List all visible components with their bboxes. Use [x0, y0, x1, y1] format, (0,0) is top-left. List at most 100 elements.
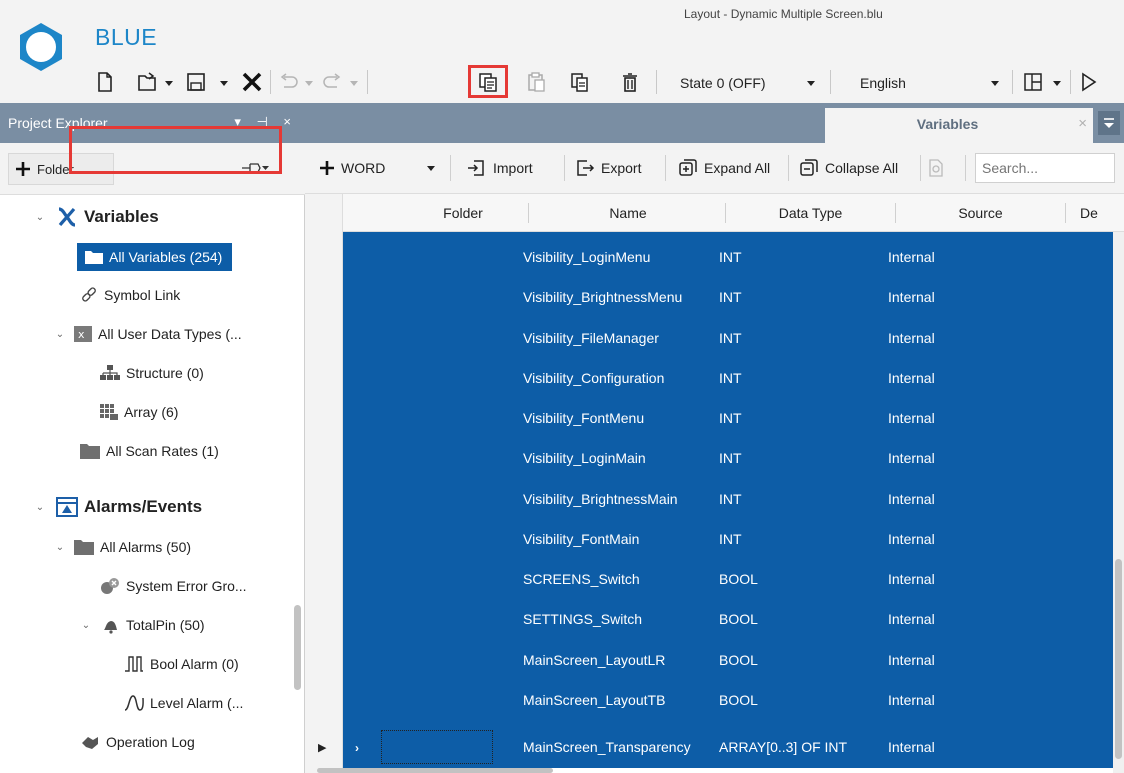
table-row[interactable]: Visibility_LoginMenu INT Internal: [343, 237, 1113, 277]
grid-horizontal-scrollbar[interactable]: [317, 768, 553, 773]
save-icon[interactable]: [184, 66, 208, 98]
find-icon[interactable]: [925, 151, 947, 185]
duplicate-icon[interactable]: [567, 66, 593, 98]
table-row[interactable]: MainScreen_LayoutTB BOOL Internal: [343, 680, 1113, 720]
expand-all-button[interactable]: Expand All: [672, 151, 776, 185]
expand-all-icon: [679, 159, 697, 176]
tree-node-variables[interactable]: ⌄ Variables: [34, 200, 159, 234]
state-select[interactable]: State 0 (OFF): [680, 68, 790, 98]
new-file-icon[interactable]: [94, 66, 116, 98]
tree-node-all-user-data-types[interactable]: ⌄ x All User Data Types (...: [54, 317, 242, 351]
toolbar-separator: [965, 155, 966, 181]
table-row[interactable]: Visibility_FontMain INT Internal: [343, 519, 1113, 559]
chevron-down-icon[interactable]: ⌄: [34, 211, 46, 223]
tree-node-all-scan-rates[interactable]: All Scan Rates (1): [80, 434, 219, 468]
table-row[interactable]: SETTINGS_Switch BOOL Internal: [343, 599, 1113, 639]
cell-source: Internal: [888, 571, 935, 587]
chevron-down-icon[interactable]: ⌄: [34, 501, 46, 513]
add-word-label: WORD: [341, 160, 386, 176]
table-row[interactable]: Visibility_LoginMain INT Internal: [343, 438, 1113, 478]
cell-source: Internal: [888, 652, 935, 668]
column-divider: [528, 203, 529, 223]
tab-menu-icon[interactable]: [1098, 111, 1120, 135]
structure-icon: [100, 365, 120, 380]
tab-variables[interactable]: Variables ×: [825, 108, 1093, 143]
language-dropdown-icon[interactable]: [990, 75, 1000, 87]
state-dropdown-icon[interactable]: [806, 75, 816, 87]
state-select-value: State 0 (OFF): [680, 75, 766, 91]
layout-icon[interactable]: [1020, 66, 1046, 98]
cell-data-type: INT: [719, 249, 742, 265]
chevron-down-icon[interactable]: ⌄: [80, 619, 92, 631]
column-header-data-type[interactable]: Data Type: [728, 194, 893, 232]
redo-icon[interactable]: [321, 66, 345, 98]
chevron-down-icon: [427, 166, 435, 171]
layout-dropdown-icon[interactable]: [1052, 75, 1062, 87]
tree-label-level-alarm: Level Alarm (...: [150, 695, 244, 711]
paste-icon[interactable]: [523, 66, 549, 98]
tree-node-operation-log[interactable]: Operation Log: [80, 725, 195, 759]
table-row[interactable]: SCREENS_Switch BOOL Internal: [343, 559, 1113, 599]
tree-node-symbol-link[interactable]: Symbol Link: [80, 278, 180, 312]
save-dropdown-icon[interactable]: [219, 75, 229, 87]
collapse-all-button[interactable]: Collapse All: [793, 151, 904, 185]
table-row[interactable]: Visibility_FileManager INT Internal: [343, 318, 1113, 358]
tree-node-bool-alarm[interactable]: Bool Alarm (0): [124, 647, 239, 681]
tree-node-totalpin[interactable]: ⌄ TotalPin (50): [80, 608, 205, 642]
cell-name: Visibility_LoginMenu: [523, 249, 651, 265]
word-type-dropdown[interactable]: [423, 151, 439, 185]
table-row[interactable]: Visibility_BrightnessMenu INT Internal: [343, 277, 1113, 317]
undo-dropdown-icon[interactable]: [304, 75, 314, 87]
open-icon[interactable]: [135, 66, 161, 98]
row-expand-chevron-icon[interactable]: ›: [355, 741, 359, 755]
language-select[interactable]: English: [860, 68, 970, 98]
chevron-down-icon[interactable]: ⌄: [54, 328, 66, 340]
tree-node-array[interactable]: Array (6): [100, 395, 178, 429]
delete-icon[interactable]: [239, 66, 265, 98]
column-header-folder[interactable]: Folder: [403, 194, 523, 232]
chevron-down-icon[interactable]: ⌄: [54, 541, 66, 553]
table-row[interactable]: Visibility_Configuration INT Internal: [343, 358, 1113, 398]
add-word-button[interactable]: WORD: [313, 151, 391, 185]
table-row[interactable]: Visibility_FontMenu INT Internal: [343, 398, 1113, 438]
plus-icon: [320, 161, 334, 175]
tree-label-all-user-data-types: All User Data Types (...: [98, 326, 242, 342]
tree-node-system-error-group[interactable]: System Error Gro...: [100, 569, 247, 603]
tree-node-alarms-events[interactable]: ⌄ Alarms/Events: [34, 490, 202, 524]
table-row[interactable]: MainScreen_LayoutLR BOOL Internal: [343, 640, 1113, 680]
tree-node-all-alarms[interactable]: ⌄ All Alarms (50): [54, 530, 191, 564]
array-icon: [100, 404, 118, 420]
project-tree: ⌄ Variables All Variables (254) Symbol L…: [0, 195, 305, 773]
cell-source: Internal: [888, 289, 935, 305]
cell-name: Visibility_FontMain: [523, 531, 640, 547]
tree-scrollbar[interactable]: [294, 605, 301, 690]
tree-node-structure[interactable]: Structure (0): [100, 356, 204, 390]
redo-dropdown-icon[interactable]: [349, 75, 359, 87]
table-row[interactable]: Visibility_BrightnessMain INT Internal: [343, 479, 1113, 519]
focused-cell[interactable]: [381, 730, 493, 764]
toolbar-separator: [564, 155, 565, 181]
cell-data-type: INT: [719, 370, 742, 386]
search-input[interactable]: [975, 153, 1115, 183]
tree-label-structure: Structure (0): [126, 365, 204, 381]
tree-node-level-alarm[interactable]: Level Alarm (...: [124, 686, 243, 720]
open-dropdown-icon[interactable]: [164, 75, 174, 87]
toolbar-separator: [450, 155, 451, 181]
close-icon[interactable]: ×: [1078, 115, 1087, 132]
trash-icon[interactable]: [617, 66, 643, 98]
tree-label-symbol-link: Symbol Link: [104, 287, 181, 303]
column-header-source[interactable]: Source: [898, 194, 1063, 232]
import-button[interactable]: Import: [461, 151, 539, 185]
run-icon[interactable]: [1076, 66, 1102, 98]
tree-node-all-variables[interactable]: All Variables (254): [77, 243, 233, 271]
cell-data-type: INT: [719, 330, 742, 346]
column-header-description[interactable]: De: [1069, 194, 1109, 232]
column-header-name[interactable]: Name: [533, 194, 723, 232]
export-button[interactable]: Export: [569, 151, 647, 185]
tab-variables-label: Variables: [916, 116, 979, 132]
export-label: Export: [601, 160, 642, 176]
current-row-indicator-icon: ▶: [318, 742, 327, 754]
undo-icon[interactable]: [276, 66, 300, 98]
grid-vertical-scrollbar[interactable]: [1115, 559, 1122, 759]
link-icon: [82, 287, 96, 302]
